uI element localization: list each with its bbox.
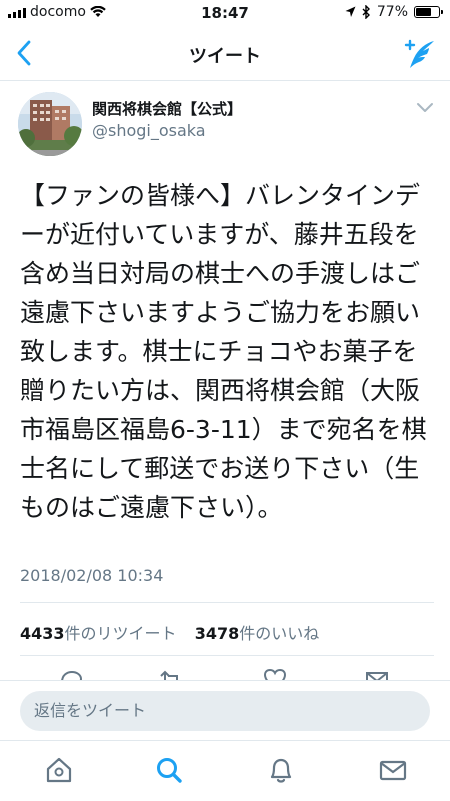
retweet-count: 4433	[20, 624, 65, 643]
bluetooth-icon	[362, 5, 370, 19]
messages-icon[interactable]	[378, 755, 408, 785]
retweet-stat[interactable]: 4433件のリツイート	[20, 624, 177, 643]
reply-input[interactable]: 返信をツイート	[20, 691, 430, 731]
divider	[20, 602, 434, 603]
building-photo-icon	[18, 92, 82, 156]
home-icon[interactable]	[44, 755, 74, 785]
like-stat[interactable]: 3478件のいいね	[195, 624, 320, 643]
nav-bar: ツイート	[0, 28, 450, 81]
tweet-timestamp[interactable]: 2018/02/08 10:34	[20, 566, 163, 585]
tab-bar	[0, 740, 450, 801]
chevron-down-icon[interactable]	[416, 100, 434, 114]
location-arrow-icon	[345, 6, 356, 17]
notifications-icon[interactable]	[266, 755, 296, 785]
tweet-stats: 4433件のリツイート 3478件のいいね	[20, 620, 319, 644]
battery-level	[416, 8, 431, 16]
author-handle[interactable]: @shogi_osaka	[92, 121, 206, 140]
author-name[interactable]: 関西将棋会館【公式】	[92, 98, 242, 119]
search-icon[interactable]	[154, 755, 184, 785]
status-right: 77%	[345, 4, 443, 20]
like-count: 3478	[194, 624, 240, 643]
battery-percent: 77%	[376, 4, 408, 20]
like-label: 件のいいね	[239, 624, 320, 643]
retweet-label: 件のリツイート	[64, 624, 177, 643]
reply-bar: 返信をツイート	[0, 680, 450, 741]
avatar[interactable]	[18, 92, 82, 156]
battery-icon	[414, 6, 443, 18]
page-title: ツイート	[189, 46, 261, 67]
tweet-text: 【ファンの皆様へ】バレンタインデーが近付いていますが、藤井五段を含め当日対局の棋…	[20, 181, 427, 522]
status-bar: docomo 18:47 77%	[0, 0, 450, 28]
divider	[20, 655, 434, 656]
compose-tweet-icon[interactable]	[404, 38, 436, 70]
